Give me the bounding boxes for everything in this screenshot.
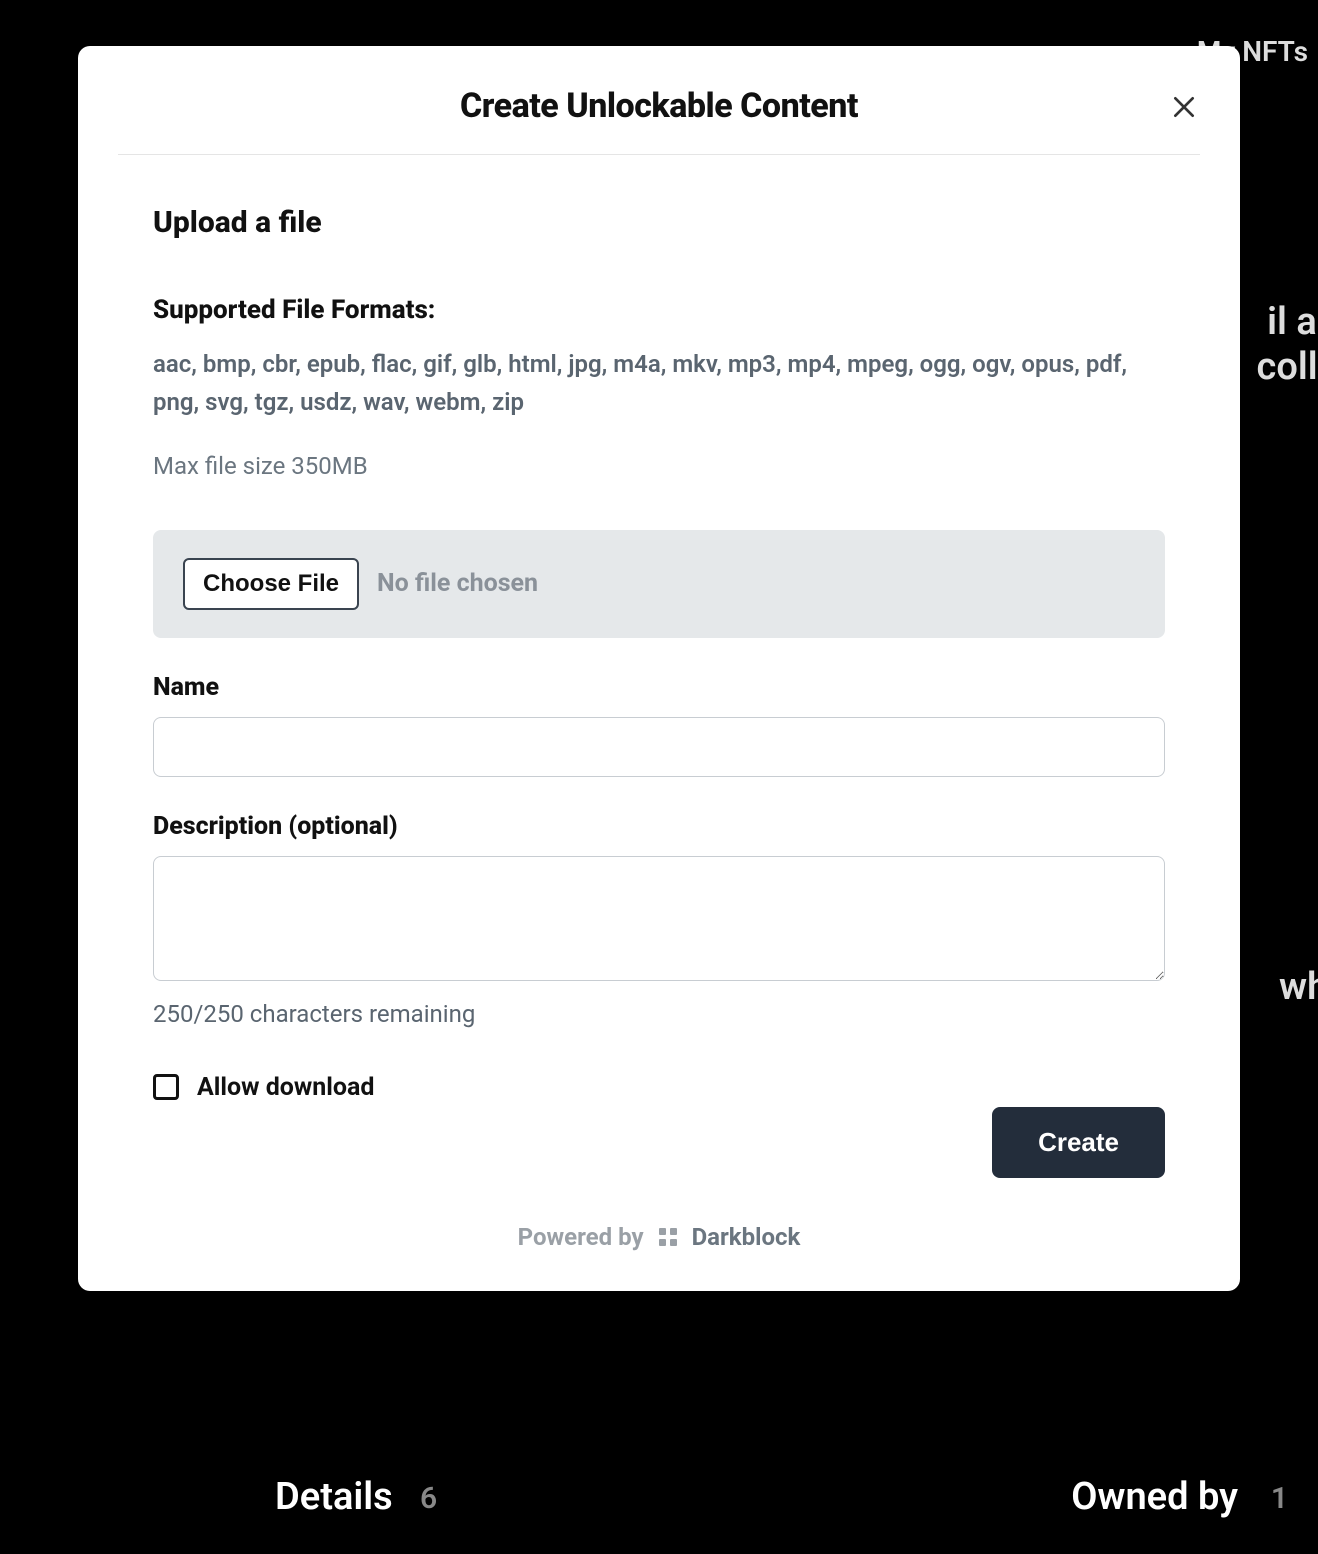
- allow-download-row: Allow download: [153, 1073, 1165, 1102]
- powered-by-label: Powered by: [518, 1223, 644, 1251]
- powered-by-brand: Darkblock: [692, 1223, 801, 1251]
- allow-download-label: Allow download: [197, 1073, 374, 1102]
- darkblock-logo-icon: [656, 1225, 680, 1249]
- file-status-text: No file chosen: [377, 569, 538, 598]
- max-file-size: Max file size 350MB: [153, 452, 1165, 480]
- bg-text-fragment: whic: [1279, 965, 1318, 1009]
- bg-tab-owned-by: Owned by: [1071, 1475, 1238, 1519]
- close-button[interactable]: [1168, 91, 1200, 123]
- modal-header: Create Unlockable Content: [78, 46, 1240, 154]
- bg-text-fragment: colla: [1257, 345, 1318, 389]
- description-textarea[interactable]: [153, 856, 1165, 981]
- bg-tab-owned-by-count: 1: [1271, 1481, 1288, 1516]
- powered-by: Powered by Darkblock: [153, 1223, 1165, 1251]
- bg-text-fragment: il allo: [1267, 300, 1318, 344]
- close-icon: [1171, 94, 1197, 120]
- create-button-row: Create: [153, 1107, 1165, 1178]
- create-button[interactable]: Create: [992, 1107, 1165, 1178]
- modal-title: Create Unlockable Content: [118, 86, 1200, 126]
- name-label: Name: [153, 673, 1165, 702]
- formats-list: aac, bmp, cbr, epub, flac, gif, glb, htm…: [153, 345, 1165, 422]
- create-unlockable-modal: Create Unlockable Content Upload a file …: [78, 46, 1240, 1291]
- file-picker: Choose File No file chosen: [153, 530, 1165, 638]
- description-char-count: 250/250 characters remaining: [153, 1000, 1165, 1028]
- bg-tab-details-count: 6: [420, 1481, 437, 1516]
- formats-label: Supported File Formats:: [153, 295, 1165, 325]
- name-input[interactable]: [153, 717, 1165, 777]
- modal-body: Upload a file Supported File Formats: aa…: [78, 155, 1240, 1251]
- allow-download-checkbox[interactable]: [153, 1074, 179, 1100]
- choose-file-button[interactable]: Choose File: [183, 558, 359, 610]
- bg-tab-details: Details: [275, 1475, 393, 1519]
- upload-section-title: Upload a file: [153, 205, 1165, 240]
- description-label: Description (optional): [153, 812, 1165, 841]
